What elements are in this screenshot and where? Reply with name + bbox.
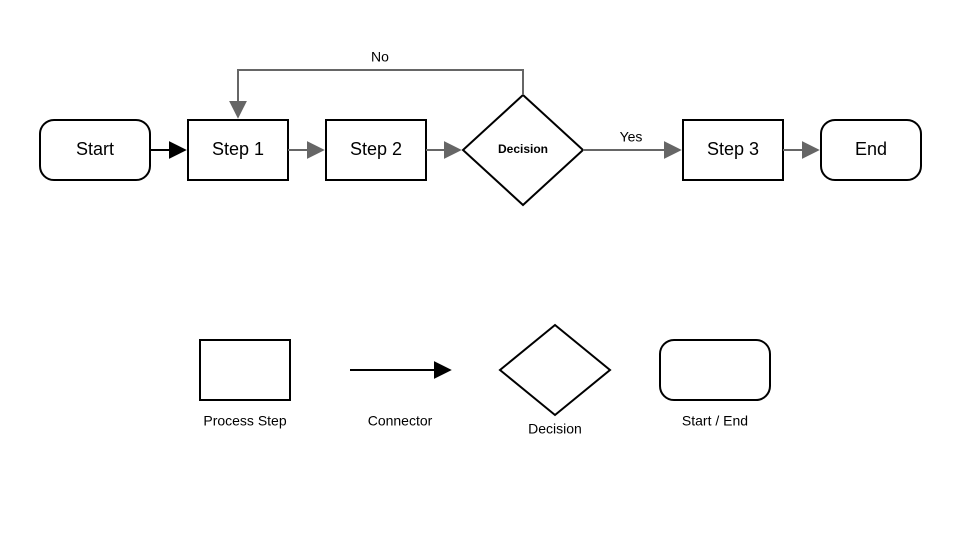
node-step1-label: Step 1 (212, 139, 264, 159)
edge-decision-step1-no (238, 70, 523, 117)
node-step2-label: Step 2 (350, 139, 402, 159)
legend-process: Process Step (200, 340, 290, 429)
edge-no-label: No (371, 49, 389, 65)
legend-terminator-label: Start / End (682, 413, 748, 429)
node-step3-label: Step 3 (707, 139, 759, 159)
legend-terminator: Start / End (660, 340, 770, 429)
node-step1: Step 1 (188, 120, 288, 180)
node-start: Start (40, 120, 150, 180)
node-step2: Step 2 (326, 120, 426, 180)
node-decision: Decision (463, 95, 583, 205)
legend-process-label: Process Step (203, 413, 286, 429)
node-decision-label: Decision (498, 142, 548, 156)
edge-yes-label: Yes (620, 129, 643, 145)
legend-connector: Connector (350, 370, 450, 429)
node-start-label: Start (76, 139, 114, 159)
node-end-label: End (855, 139, 887, 159)
node-step3: Step 3 (683, 120, 783, 180)
flowchart-canvas: Start Step 1 Step 2 Decision Yes No Step… (0, 0, 960, 540)
legend-connector-label: Connector (368, 413, 433, 429)
legend-decision: Decision (500, 325, 610, 437)
legend-decision-label: Decision (528, 421, 582, 437)
node-end: End (821, 120, 921, 180)
